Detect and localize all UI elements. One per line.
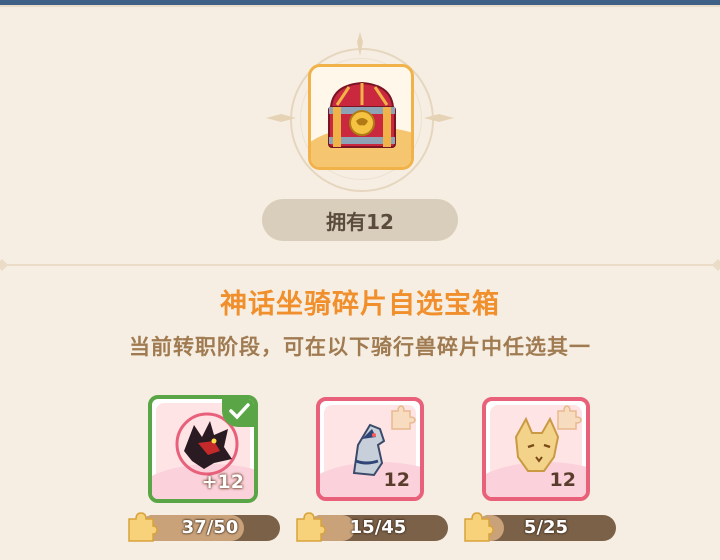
fragment-count: 12 (383, 469, 410, 491)
divider-right-ornament-icon (712, 259, 720, 271)
sparkle-top-icon (357, 32, 363, 56)
fragment-count: +12 (201, 471, 244, 493)
progress-bar-3: 5/25 (476, 515, 616, 541)
sparkle-left-icon (266, 114, 296, 122)
puzzle-piece-icon (464, 512, 494, 542)
chest-description: 当前转职阶段，可在以下骑行兽碎片中任选其一 (129, 335, 591, 359)
sparkle-right-icon (424, 114, 454, 122)
progress-text-3: 5/25 (523, 517, 569, 538)
puzzle-piece-icon (296, 512, 326, 542)
progress-text-2: 15/45 (349, 517, 407, 538)
section-divider (0, 264, 720, 266)
mount-option-1[interactable]: +12 (148, 395, 258, 503)
progress-bar-1: 37/50 (140, 515, 280, 541)
checkmark-icon (229, 403, 250, 420)
treasure-chest-icon (328, 81, 396, 148)
chest-title: 神话坐骑碎片自选宝箱 (220, 289, 500, 320)
owned-count-badge: 拥有12 (262, 199, 458, 241)
progress-bar-2: 15/45 (308, 515, 448, 541)
chest-card[interactable] (308, 64, 414, 170)
mount-option-3[interactable]: 12 (482, 397, 590, 501)
fragment-count: 12 (549, 469, 576, 491)
top-border (0, 5, 720, 7)
mount-option-2[interactable]: 12 (316, 397, 424, 501)
puzzle-piece-icon (128, 512, 158, 542)
progress-text-1: 37/50 (181, 517, 239, 538)
selected-check-badge (222, 399, 254, 427)
divider-left-ornament-icon (0, 259, 8, 271)
